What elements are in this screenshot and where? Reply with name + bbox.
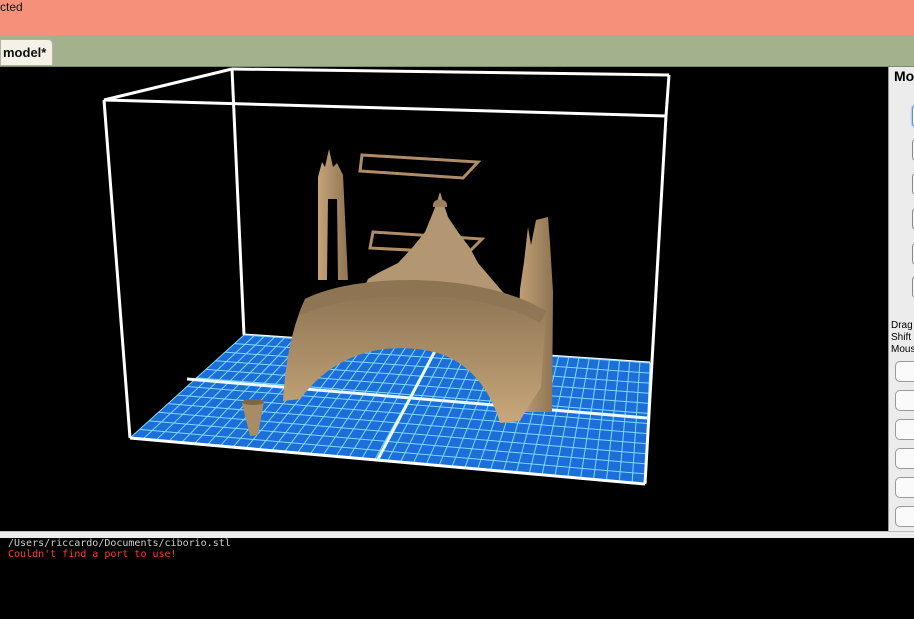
console-output: /Users/riccardo/Documents/ciborio.stl Co…	[0, 538, 914, 619]
hint-drag: Drag	[891, 320, 913, 331]
status-text: cted	[0, 0, 23, 14]
action-button-2[interactable]	[895, 390, 914, 411]
hint-mouse: Mous	[891, 344, 914, 355]
action-button-4[interactable]	[895, 448, 914, 469]
tab-model[interactable]: model*	[0, 39, 54, 65]
action-button-3[interactable]	[895, 419, 914, 440]
model-side-panel: Mo Drag Shift Mous	[888, 67, 914, 531]
action-button-1[interactable]	[895, 361, 914, 382]
tab-strip: model*	[0, 35, 914, 67]
3d-viewport[interactable]	[0, 67, 888, 531]
console-line: Couldn't find a port to use!	[8, 549, 177, 560]
status-bar: cted	[0, 0, 914, 35]
hint-shift: Shift	[891, 332, 912, 343]
panel-title: Mo	[894, 68, 914, 84]
scene-svg	[102, 67, 671, 486]
action-button-5[interactable]	[895, 477, 914, 498]
action-button-6[interactable]	[895, 506, 914, 527]
